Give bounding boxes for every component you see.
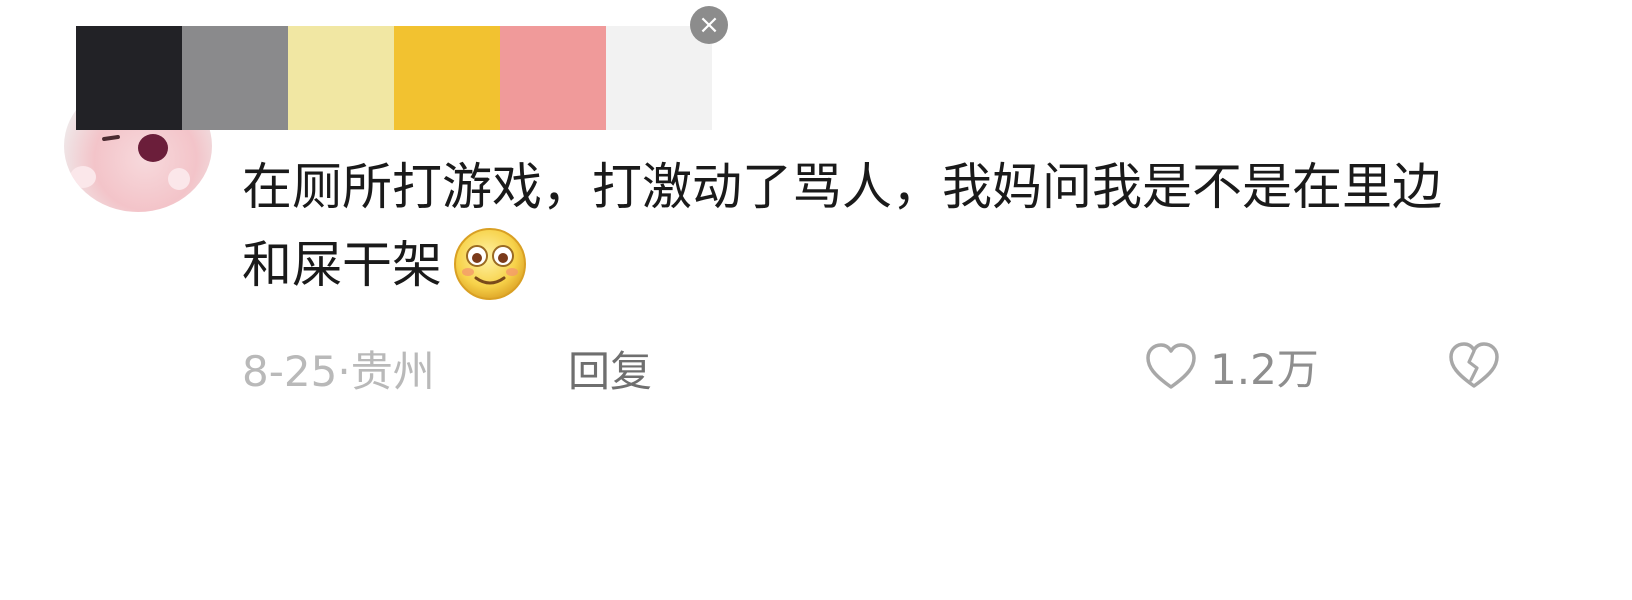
color-palette-overlay [76,26,712,130]
swatch-1 [76,26,182,130]
like-count: 1.2万 [1210,345,1319,394]
avatar-eye [101,134,121,142]
swatch-2 [182,26,288,130]
swatch-3 [288,26,394,130]
close-icon[interactable]: × [690,6,728,44]
like-button[interactable]: 1.2万 [1144,336,1319,397]
swatch-5 [500,26,606,130]
reply-button[interactable]: 回复 [568,338,652,399]
smiling-face-emoji-icon [454,227,526,300]
avatar-paw-left [70,166,96,188]
meta-separator: · [337,347,351,396]
comment-meta: 8-25·贵州 [242,338,435,399]
broken-heart-icon [1449,342,1499,388]
swatch-4 [394,26,500,130]
swatch-6 [606,26,712,130]
avatar-nose [138,134,168,162]
heart-outline-icon [1146,342,1196,389]
dislike-button[interactable] [1446,340,1502,396]
comment-date: 8-25 [242,347,338,396]
comment-location: 贵州 [350,347,435,396]
comment-body: 在厕所打游戏，打激动了骂人，我妈问我是不是在里边和屎干架 [242,148,1482,304]
comment-card: × 在厕所打游戏，打激动了骂人，我妈问我是不是在里边和屎干架 8-25·贵州 回… [0,0,1632,600]
comment-text: 在厕所打游戏，打激动了骂人，我妈问我是不是在里边和屎干架 [242,158,1442,294]
avatar-paw-right [168,168,190,190]
